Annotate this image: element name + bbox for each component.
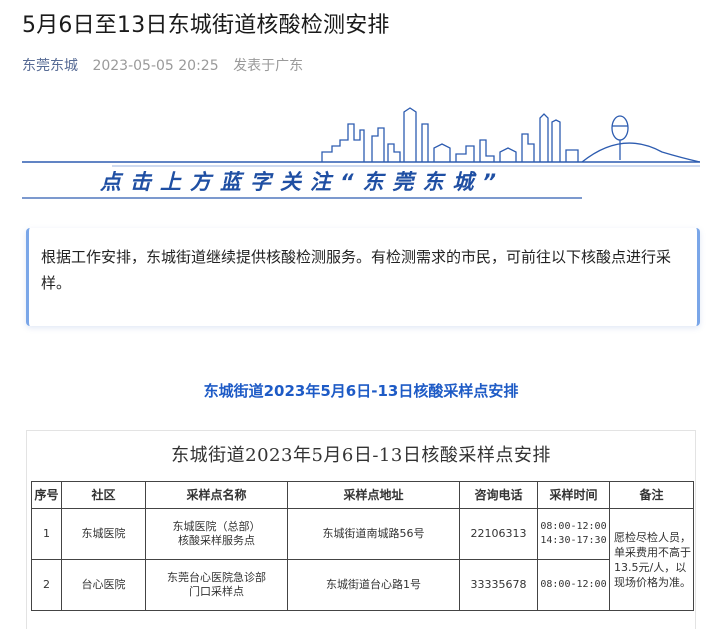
notice-text: 根据工作安排，东城街道继续提供核酸检测服务。有检测需求的市民，可前往以下核酸点进… [41, 248, 672, 292]
follow-banner-text: 点击上方蓝字关注“东莞东城” [100, 170, 506, 194]
cell-phone: 33335678 [459, 559, 538, 611]
table-heading: 东城街道2023年5月6日-13日核酸采样点安排 [171, 445, 551, 466]
cell-index: 2 [31, 559, 62, 611]
notice-box: 根据工作安排，东城街道继续提供核酸检测服务。有检测需求的市民，可前往以下核酸点进… [26, 228, 700, 326]
table-row: 1 东城医院 东城医院（总部） 核酸采样服务点 东城街道南城路56号 22106… [31, 508, 694, 611]
col-header-address: 采样点地址 [287, 481, 460, 509]
cell-address: 东城街道台心路1号 [287, 559, 460, 611]
col-header-site: 采样点名称 [145, 481, 288, 509]
col-header-time: 采样时间 [537, 481, 610, 509]
table-row: 2 台心医院 东莞台心医院急诊部 门口采样点 东城街道台心路1号 3333567… [31, 559, 694, 611]
cell-index: 1 [31, 508, 62, 560]
table-header-row: 序号 社区 采样点名称 采样点地址 咨询电话 采样时间 备注 [31, 481, 694, 509]
cell-time: 08:00-12:00 [537, 559, 610, 611]
schedule-table: 序号 社区 采样点名称 采样点地址 咨询电话 采样时间 备注 1 东城医院 东城… [31, 481, 694, 611]
col-header-community: 社区 [61, 481, 146, 509]
article-meta: 东莞东城 2023-05-05 20:25 发表于广东 [22, 56, 303, 76]
article-title: 5月6日至13日东城街道核酸检测安排 [22, 13, 390, 38]
col-header-phone: 咨询电话 [459, 481, 538, 509]
schedule-table-image: 东城街道2023年5月6日-13日核酸采样点安排 序号 社区 采样点名称 采样点… [26, 430, 696, 629]
col-header-note: 备注 [609, 481, 694, 509]
cell-community: 台心医院 [61, 559, 146, 611]
cell-address: 东城街道南城路56号 [287, 508, 460, 560]
col-header-index: 序号 [31, 481, 62, 509]
cell-community: 东城医院 [61, 508, 146, 560]
publish-date: 2023-05-05 20:25 [92, 58, 219, 74]
cell-site: 东莞台心医院急诊部 门口采样点 [145, 559, 288, 611]
author-link[interactable]: 东莞东城 [22, 58, 78, 74]
cell-time: 08:00-12:00 14:30-17:30 [537, 508, 610, 560]
section-title: 东城街道2023年5月6日-13日核酸采样点安排 [203, 382, 519, 400]
cell-site: 东城医院（总部） 核酸采样服务点 [145, 508, 288, 560]
cell-note: 愿检尽检人员，单采费用不高于13.5元/人，以现场价格为准。 [609, 508, 694, 611]
cell-phone: 22106313 [459, 508, 538, 560]
publish-location: 发表于广东 [233, 58, 304, 74]
